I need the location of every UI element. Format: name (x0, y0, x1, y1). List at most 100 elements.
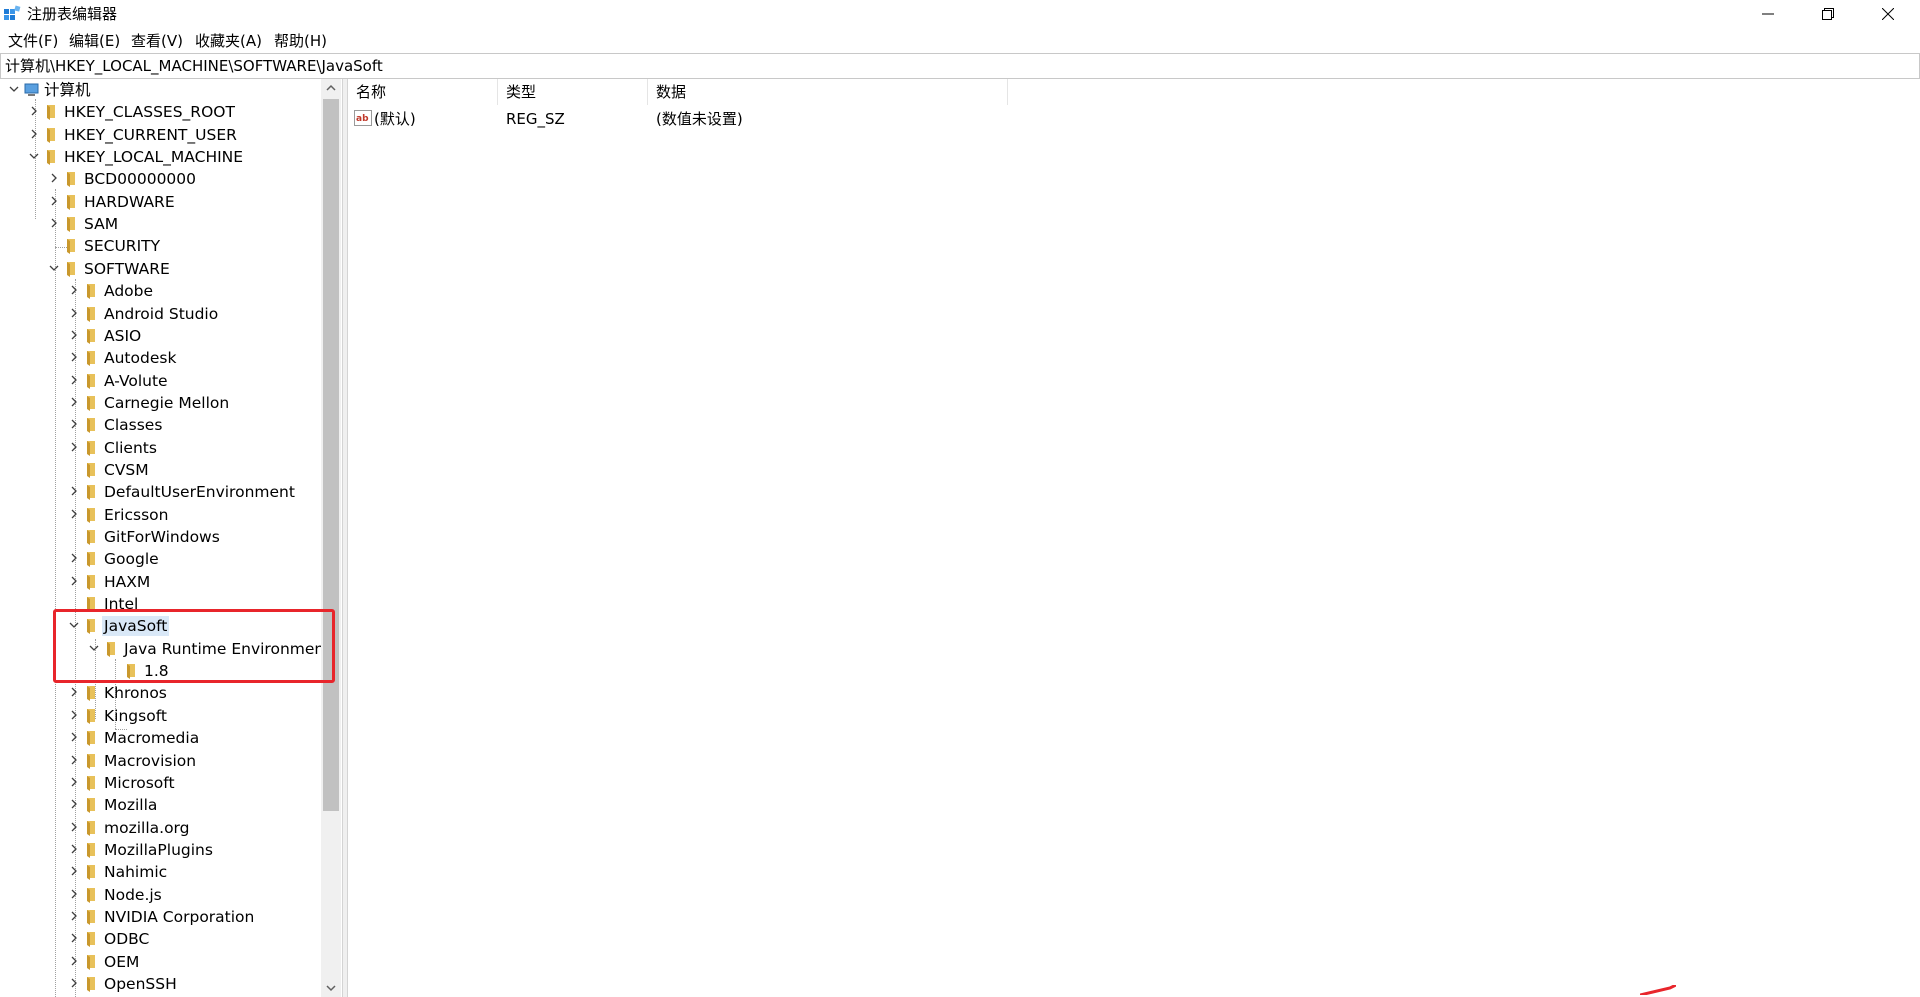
tree-item-key[interactable]: Ericsson (0, 504, 322, 526)
tree-item-label[interactable]: Adobe (102, 281, 155, 301)
chevron-right-icon[interactable] (68, 955, 80, 967)
tree-item-label[interactable]: Android Studio (102, 304, 220, 324)
menu-favorites[interactable]: 收藏夹(A) (195, 32, 262, 50)
key-tree[interactable]: 计算机 HKEY_CLASSES_ROOT HKEY_CURRENT_USER HKE… (0, 79, 342, 997)
chevron-right-icon[interactable] (48, 172, 60, 184)
tree-item-label[interactable]: HKEY_CURRENT_USER (62, 125, 239, 145)
tree-item-key[interactable]: A-Volute (0, 370, 322, 392)
scroll-up-arrow-icon[interactable] (321, 79, 341, 97)
tree-item-label[interactable]: Kingsoft (102, 706, 169, 726)
scroll-down-arrow-icon[interactable] (321, 979, 341, 997)
chevron-right-icon[interactable] (68, 396, 80, 408)
tree-item-key[interactable]: Autodesk (0, 347, 322, 369)
tree-item-key[interactable]: GitForWindows (0, 526, 322, 548)
value-row[interactable]: ab (默认) REG_SZ (数值未设置) (348, 108, 1248, 130)
tree-item-key[interactable]: SOFTWARE (0, 258, 322, 280)
chevron-down-icon[interactable] (48, 262, 60, 274)
chevron-right-icon[interactable] (68, 351, 80, 363)
chevron-right-icon[interactable] (68, 821, 80, 833)
chevron-right-icon[interactable] (68, 329, 80, 341)
tree-item-key[interactable]: CVSM (0, 459, 322, 481)
tree-item-key[interactable]: Microsoft (0, 772, 322, 794)
tree-item-label[interactable]: MozillaPlugins (102, 840, 215, 860)
tree-item-label[interactable]: Macrovision (102, 751, 198, 771)
tree-item-label[interactable]: SOFTWARE (82, 259, 172, 279)
tree-item-label[interactable]: Autodesk (102, 348, 178, 368)
tree-item-label[interactable]: Nahimic (102, 862, 169, 882)
chevron-right-icon[interactable] (68, 284, 80, 296)
tree-item-key[interactable]: Mozilla (0, 794, 322, 816)
tree-item-hive[interactable]: HKEY_LOCAL_MACHINE (0, 146, 322, 168)
chevron-right-icon[interactable] (68, 754, 80, 766)
chevron-right-icon[interactable] (68, 686, 80, 698)
column-header-type[interactable]: 类型 (498, 79, 648, 105)
tree-item-key[interactable]: Nahimic (0, 861, 322, 883)
tree-item-label[interactable]: HKEY_LOCAL_MACHINE (62, 147, 245, 167)
column-header-data[interactable]: 数据 (648, 79, 1008, 105)
tree-item-label[interactable]: Node.js (102, 885, 164, 905)
tree-item-key[interactable]: mozilla.org (0, 817, 322, 839)
tree-item-label[interactable]: GitForWindows (102, 527, 222, 547)
tree-item-key[interactable]: Carnegie Mellon (0, 392, 322, 414)
chevron-right-icon[interactable] (68, 307, 80, 319)
chevron-right-icon[interactable] (48, 217, 60, 229)
address-bar[interactable]: 计算机\HKEY_LOCAL_MACHINE\SOFTWARE\JavaSoft (0, 53, 1920, 79)
tree-item-key[interactable]: ODBC (0, 928, 322, 950)
tree-item-label[interactable]: Macromedia (102, 728, 201, 748)
tree-item-label[interactable]: 计算机 (42, 80, 93, 100)
chevron-right-icon[interactable] (68, 485, 80, 497)
chevron-right-icon[interactable] (28, 128, 40, 140)
tree-item-key[interactable]: Adobe (0, 280, 322, 302)
tree-item-label[interactable]: OpenSSH (102, 974, 179, 994)
tree-item-label[interactable]: CVSM (102, 460, 151, 480)
chevron-right-icon[interactable] (68, 888, 80, 900)
chevron-right-icon[interactable] (68, 776, 80, 788)
chevron-right-icon[interactable] (68, 441, 80, 453)
tree-item-key[interactable]: NVIDIA Corporation (0, 906, 322, 928)
menu-view[interactable]: 查看(V) (131, 32, 183, 50)
tree-scrollbar[interactable] (321, 79, 341, 997)
tree-item-label[interactable]: Ericsson (102, 505, 170, 525)
chevron-right-icon[interactable] (68, 910, 80, 922)
tree-item-hive[interactable]: HKEY_CLASSES_ROOT (0, 101, 322, 123)
tree-item-label[interactable]: Google (102, 549, 161, 569)
tree-item-label[interactable]: Clients (102, 438, 159, 458)
column-header-name[interactable]: 名称 (348, 79, 498, 105)
tree-item-key[interactable]: ASIO (0, 325, 322, 347)
address-path[interactable]: 计算机\HKEY_LOCAL_MACHINE\SOFTWARE\JavaSoft (5, 57, 383, 75)
tree-item-computer[interactable]: 计算机 (0, 79, 322, 101)
tree-item-label[interactable]: OEM (102, 952, 141, 972)
tree-item-label[interactable]: BCD00000000 (82, 169, 198, 189)
tree-item-label[interactable]: ODBC (102, 929, 151, 949)
tree-item-key[interactable]: Khronos (0, 682, 322, 704)
chevron-right-icon[interactable] (68, 843, 80, 855)
tree-item-label[interactable]: Classes (102, 415, 164, 435)
tree-item-label[interactable]: Microsoft (102, 773, 177, 793)
chevron-right-icon[interactable] (68, 731, 80, 743)
tree-item-label[interactable]: Khronos (102, 683, 169, 703)
tree-item-label[interactable]: mozilla.org (102, 818, 192, 838)
tree-item-key[interactable]: DefaultUserEnvironment (0, 481, 322, 503)
tree-item-key[interactable]: BCD00000000 (0, 168, 322, 190)
tree-item-label[interactable]: SECURITY (82, 236, 162, 256)
tree-item-label[interactable]: HKEY_CLASSES_ROOT (62, 102, 237, 122)
close-button[interactable] (1860, 0, 1918, 29)
tree-item-key[interactable]: Clients (0, 437, 322, 459)
tree-item-label[interactable]: A-Volute (102, 371, 170, 391)
tree-item-key[interactable]: Macromedia (0, 727, 322, 749)
tree-item-key[interactable]: OpenSSH (0, 973, 322, 995)
tree-item-label[interactable]: NVIDIA Corporation (102, 907, 256, 927)
chevron-right-icon[interactable] (28, 105, 40, 117)
tree-item-hive[interactable]: HKEY_CURRENT_USER (0, 124, 322, 146)
restore-button[interactable] (1800, 0, 1858, 29)
chevron-right-icon[interactable] (68, 709, 80, 721)
tree-item-key[interactable]: Google (0, 548, 322, 570)
tree-item-key[interactable]: MozillaPlugins (0, 839, 322, 861)
chevron-right-icon[interactable] (68, 374, 80, 386)
chevron-right-icon[interactable] (68, 977, 80, 989)
minimize-button[interactable] (1740, 0, 1798, 29)
menu-edit[interactable]: 编辑(E) (69, 32, 120, 50)
tree-item-key[interactable]: Macrovision (0, 750, 322, 772)
chevron-right-icon[interactable] (68, 575, 80, 587)
chevron-right-icon[interactable] (68, 508, 80, 520)
